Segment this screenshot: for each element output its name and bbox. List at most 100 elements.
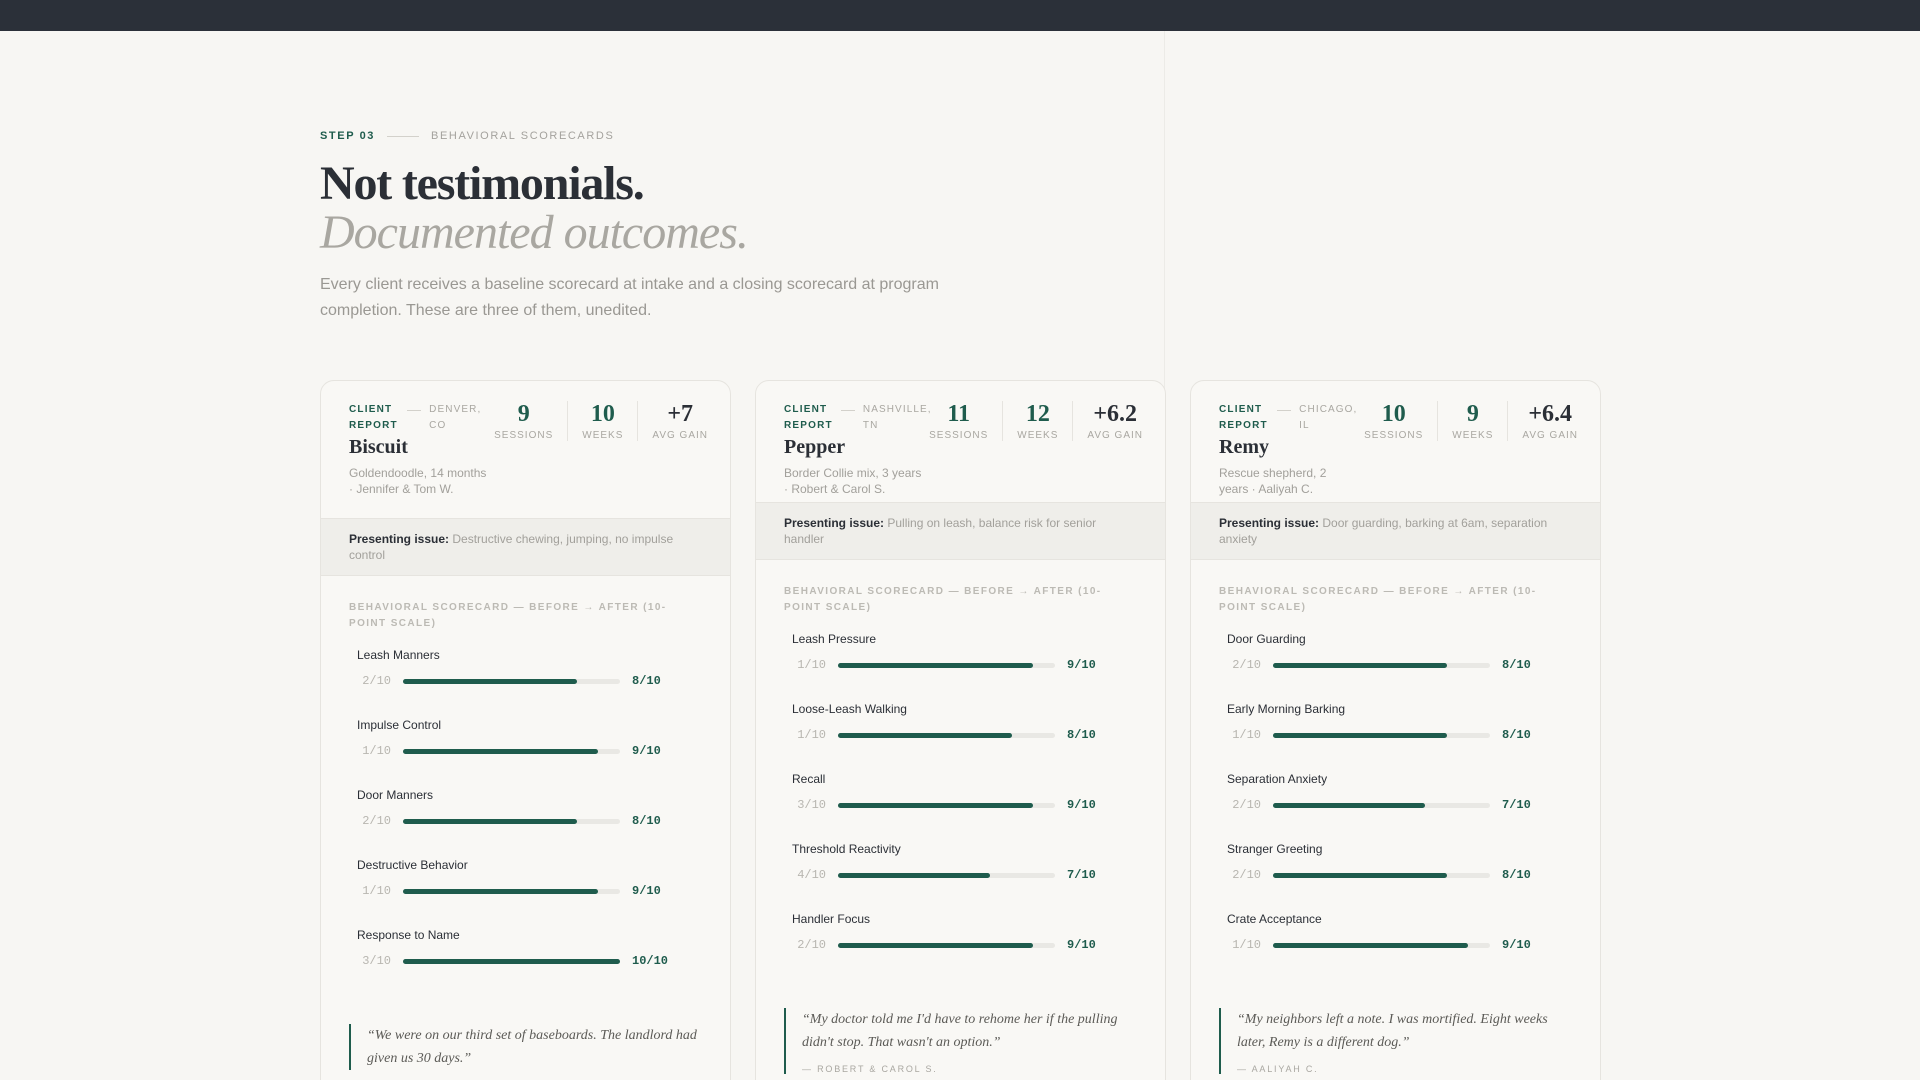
metric-before: 2/10 <box>1232 658 1261 672</box>
dog-details: Rescue shepherd, 2 years · Aaliyah C. <box>1219 466 1327 496</box>
card-header: CLIENT REPORT CHICAGO, IL Remy Rescue sh… <box>1191 381 1600 502</box>
metric-name: Recall <box>792 772 826 786</box>
report-label: CLIENT REPORT <box>784 404 833 431</box>
stat-2: +6.4 AVG GAIN <box>1507 401 1592 441</box>
scorecard-metric: Impulse Control 1/10 9/10 <box>357 718 702 788</box>
metric-bar-fill <box>838 802 1034 808</box>
issue-label: Presenting issue: <box>349 532 450 546</box>
metric-before: 1/10 <box>1232 728 1261 742</box>
client-quote: “My doctor told me I'd have to rehome he… <box>784 1008 1137 1074</box>
metric-after: 10/10 <box>632 954 669 968</box>
stat-value: 11 <box>947 401 971 427</box>
card-meta: CLIENT REPORT CHICAGO, IL <box>1219 402 1359 434</box>
metric-before: 2/10 <box>1232 798 1261 812</box>
scorecard-metric: Stranger Greeting 2/10 8/10 <box>1227 842 1572 912</box>
metric-after: 8/10 <box>1502 658 1531 672</box>
metric-before: 2/10 <box>362 814 391 828</box>
metric-before: 1/10 <box>362 744 391 758</box>
metric-before: 1/10 <box>1232 938 1261 952</box>
metric-name: Destructive Behavior <box>357 858 468 872</box>
card-stats: 11 SESSIONS 12 WEEKS +6.2 AVG GAIN <box>915 401 1157 441</box>
scorecard-metric: Leash Manners 2/10 8/10 <box>357 648 702 718</box>
issue-label: Presenting issue: <box>784 516 885 530</box>
metric-bar-track <box>1273 732 1490 738</box>
metric-bar-track <box>838 872 1055 878</box>
meta-dash <box>1277 410 1292 411</box>
scorecard-metrics: Door Guarding 2/10 8/10 Early Morning Ba… <box>1227 632 1572 982</box>
card-stats: 9 SESSIONS 10 WEEKS +7 AVG GAIN <box>480 401 722 441</box>
scorecard-metric: Recall 3/10 9/10 <box>792 772 1137 842</box>
stat-label: WEEKS <box>1452 430 1494 441</box>
scorecard-metrics: Leash Pressure 1/10 9/10 Loose-Leash Wal… <box>792 632 1137 982</box>
stat-1: 9 WEEKS <box>1437 401 1507 441</box>
metric-name: Threshold Reactivity <box>792 842 901 856</box>
section-label: BEHAVIORAL SCORECARDS <box>431 130 615 142</box>
metric-after: 9/10 <box>1502 938 1531 952</box>
meta-dash <box>840 410 855 411</box>
metric-after: 9/10 <box>1067 798 1096 812</box>
metric-bar-track <box>403 888 620 894</box>
metric-name: Impulse Control <box>357 718 442 732</box>
card-header: CLIENT REPORT DENVER, CO Biscuit Goldend… <box>321 381 730 518</box>
metric-bar-track <box>403 958 620 964</box>
metric-after: 9/10 <box>1067 938 1096 952</box>
metric-after: 9/10 <box>632 884 661 898</box>
metric-before: 2/10 <box>1232 868 1261 882</box>
stat-label: AVG GAIN <box>652 430 708 441</box>
card-header: CLIENT REPORT NASHVILLE, TN Pepper Borde… <box>756 381 1165 502</box>
metric-before: 3/10 <box>797 798 826 812</box>
metric-bar-fill <box>1273 942 1469 948</box>
metric-bar-fill <box>838 942 1034 948</box>
stat-value: 9 <box>1466 401 1479 427</box>
metric-bar-fill <box>1273 802 1425 808</box>
scorecard-metric: Loose-Leash Walking 1/10 8/10 <box>792 702 1137 772</box>
metric-before: 4/10 <box>797 868 826 882</box>
scorecard-metric: Door Guarding 2/10 8/10 <box>1227 632 1572 702</box>
scorecard-title: BEHAVIORAL SCORECARD — BEFORE → AFTER (1… <box>349 602 667 629</box>
stat-2: +6.2 AVG GAIN <box>1072 401 1157 441</box>
stat-0: 11 SESSIONS <box>915 401 1002 441</box>
report-label: CLIENT REPORT <box>349 404 398 431</box>
metric-bar-track <box>838 802 1055 808</box>
quote-attribution: — ROBERT & CAROL S. <box>802 1064 938 1074</box>
metric-after: 8/10 <box>1502 868 1531 882</box>
stat-value: +6.2 <box>1093 401 1138 427</box>
metric-bar-fill <box>1273 732 1447 738</box>
step-label: STEP 03 <box>320 130 376 142</box>
metric-bar-fill <box>403 888 599 894</box>
metric-after: 8/10 <box>1067 728 1096 742</box>
metric-after: 8/10 <box>632 814 661 828</box>
scorecard-metric: Crate Acceptance 1/10 9/10 <box>1227 912 1572 982</box>
scorecard-metric: Door Manners 2/10 8/10 <box>357 788 702 858</box>
metric-bar-track <box>403 818 620 824</box>
eyebrow-rule <box>387 135 420 137</box>
metric-after: 9/10 <box>632 744 661 758</box>
stat-value: +6.4 <box>1528 401 1573 427</box>
metric-bar-fill <box>403 958 620 964</box>
headline-secondary: Documented outcomes. <box>320 206 749 259</box>
lead-paragraph: Every client receives a baseline scoreca… <box>320 276 939 319</box>
scorecard-metric: Separation Anxiety 2/10 7/10 <box>1227 772 1572 842</box>
scorecard-metrics: Leash Manners 2/10 8/10 Impulse Control … <box>357 648 702 998</box>
metric-name: Handler Focus <box>792 912 871 926</box>
metric-bar-track <box>1273 942 1490 948</box>
client-report-card: CLIENT REPORT CHICAGO, IL Remy Rescue sh… <box>1190 380 1601 1080</box>
metric-name: Early Morning Barking <box>1227 702 1346 716</box>
metric-name: Door Guarding <box>1227 632 1306 646</box>
metric-bar-fill <box>1273 872 1447 878</box>
scorecard-title: BEHAVIORAL SCORECARD — BEFORE → AFTER (1… <box>1219 586 1537 613</box>
dog-details: Border Collie mix, 3 years · Robert & Ca… <box>784 466 922 496</box>
stat-value: 10 <box>590 401 615 427</box>
dog-name: Remy <box>1219 436 1269 458</box>
scorecard-metric: Leash Pressure 1/10 9/10 <box>792 632 1137 702</box>
metric-after: 8/10 <box>1502 728 1531 742</box>
metric-name: Leash Pressure <box>792 632 877 646</box>
dog-name: Biscuit <box>349 436 408 458</box>
stat-label: AVG GAIN <box>1522 430 1578 441</box>
metric-after: 7/10 <box>1067 868 1096 882</box>
stat-value: 12 <box>1025 401 1050 427</box>
dog-details: Goldendoodle, 14 months · Jennifer & Tom… <box>349 466 487 496</box>
metric-name: Stranger Greeting <box>1227 842 1323 856</box>
metric-bar-fill <box>838 662 1034 668</box>
metric-name: Door Manners <box>357 788 434 802</box>
